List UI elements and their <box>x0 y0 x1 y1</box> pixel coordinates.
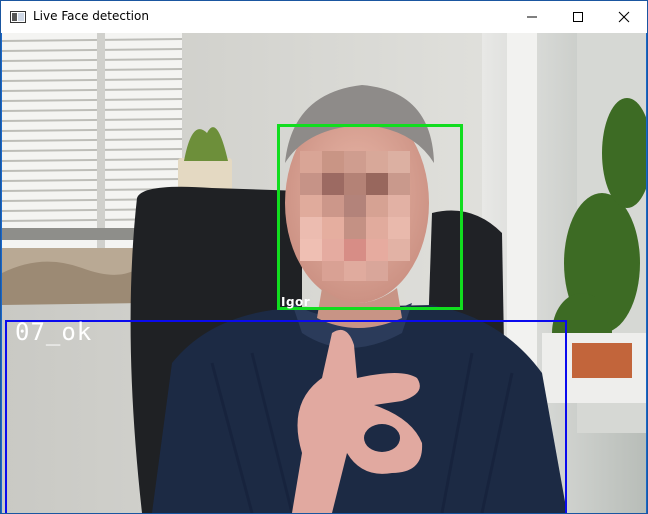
window-title: Live Face detection <box>33 9 149 23</box>
minimize-button[interactable] <box>509 1 555 33</box>
app-window-icon <box>10 11 26 23</box>
gesture-detection-box <box>5 320 567 513</box>
camera-feed: Igor 07_ok <box>2 33 646 513</box>
close-button[interactable] <box>601 1 647 33</box>
face-label: Igor <box>281 295 311 309</box>
maximize-button[interactable] <box>555 1 601 33</box>
app-window: Live Face detection Igor 07_ok <box>0 0 648 514</box>
face-detection-box <box>277 124 463 310</box>
close-icon <box>618 11 630 23</box>
title-bar[interactable]: Live Face detection <box>1 1 647 33</box>
gesture-label: 07_ok <box>15 318 93 346</box>
maximize-icon <box>573 12 583 22</box>
minimize-icon <box>527 16 537 18</box>
